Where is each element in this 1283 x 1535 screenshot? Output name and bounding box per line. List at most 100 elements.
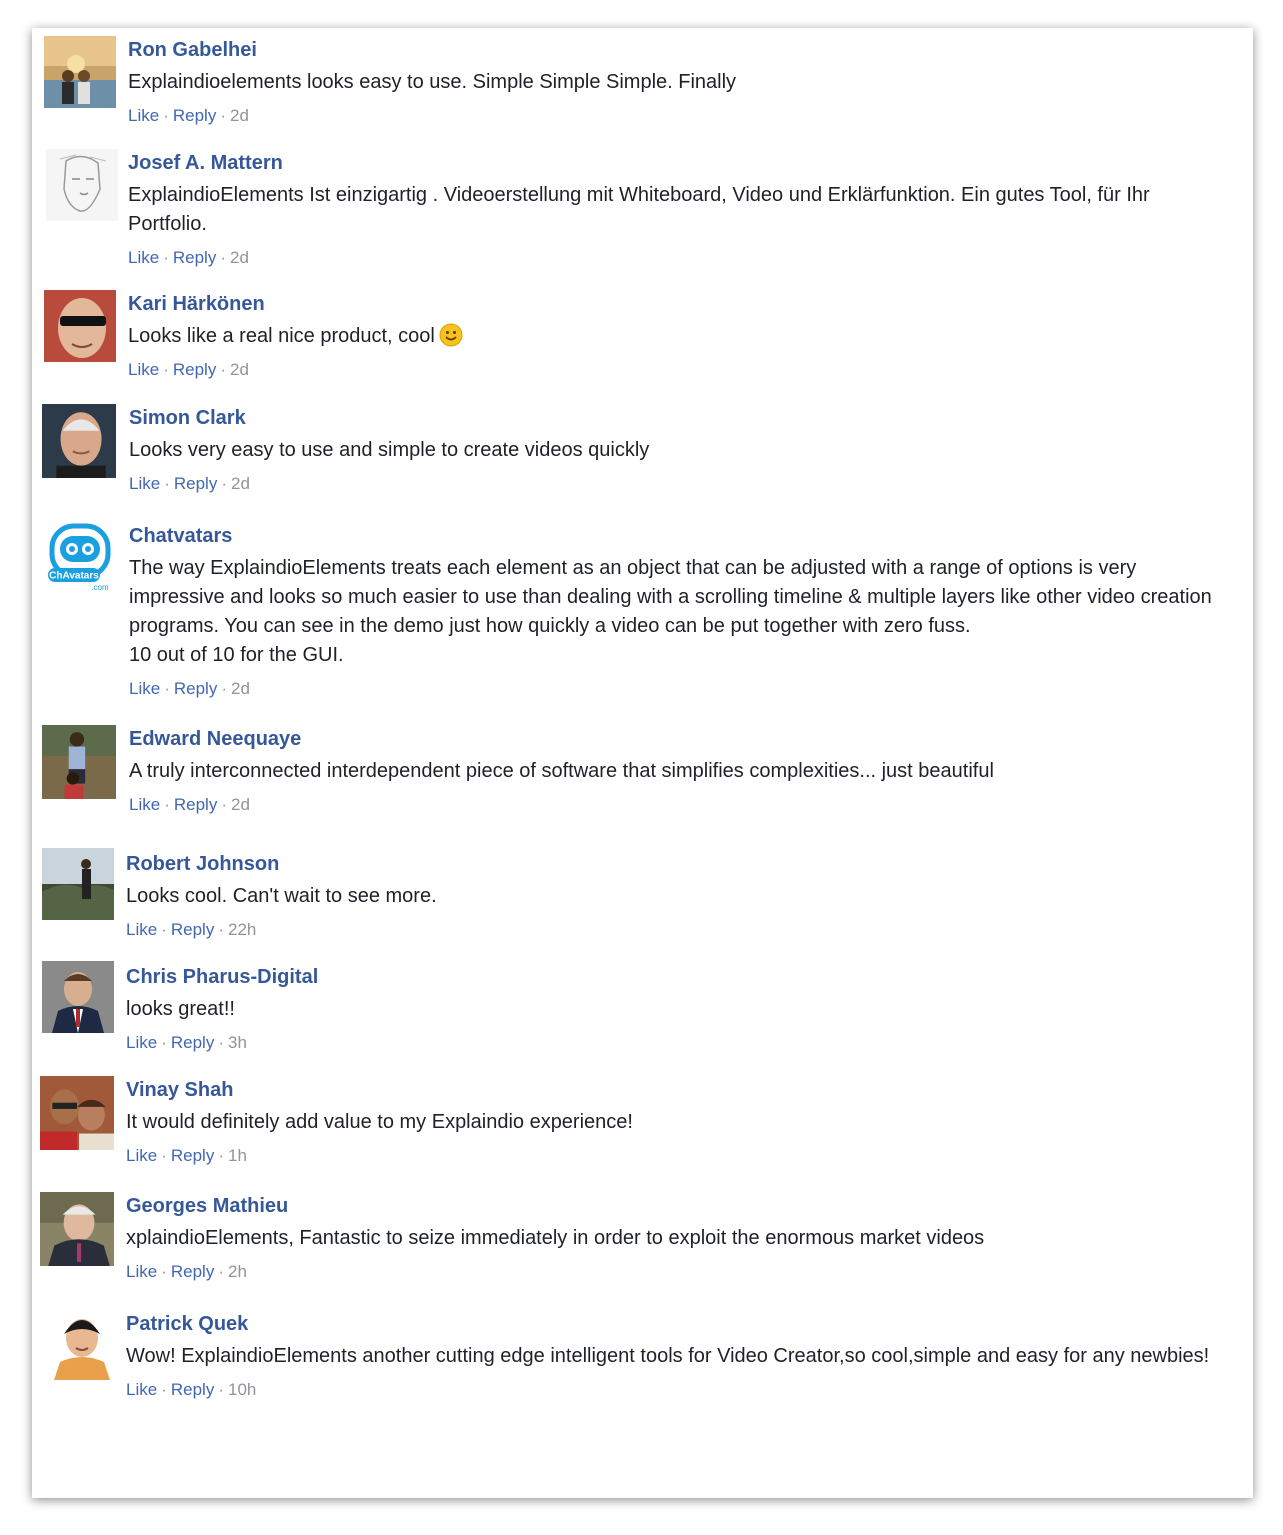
comment-actions: Like · Reply · 1h	[126, 1145, 1233, 1167]
chatvatars-logo-text: ChAvatars	[49, 571, 99, 582]
comment-author[interactable]: Vinay Shah	[126, 1078, 1233, 1102]
comment-author[interactable]: Chatvatars	[129, 524, 1233, 548]
reply-link[interactable]: Reply	[173, 106, 216, 125]
like-link[interactable]: Like	[126, 1033, 157, 1052]
separator: ·	[161, 1146, 167, 1165]
comment-timestamp[interactable]: 2d	[231, 795, 250, 814]
separator: ·	[220, 248, 226, 267]
like-link[interactable]: Like	[126, 1262, 157, 1281]
avatar[interactable]	[42, 848, 114, 920]
reply-link[interactable]: Reply	[174, 474, 217, 493]
separator: ·	[161, 1380, 167, 1399]
separator: ·	[163, 360, 169, 379]
separator: ·	[218, 1262, 224, 1281]
like-link[interactable]: Like	[129, 679, 160, 698]
comment-timestamp[interactable]: 2d	[231, 679, 250, 698]
separator: ·	[221, 474, 227, 493]
comment-actions: Like · Reply · 2h	[126, 1261, 1233, 1283]
comment-text: Looks cool. Can't wait to see more.	[126, 885, 437, 907]
reply-link[interactable]: Reply	[173, 248, 216, 267]
separator: ·	[161, 1033, 167, 1052]
comment-text: Looks like a real nice product, cool	[128, 322, 1233, 351]
reply-link[interactable]: Reply	[171, 1033, 214, 1052]
separator: ·	[163, 106, 169, 125]
reply-link[interactable]: Reply	[173, 360, 216, 379]
comment-author[interactable]: Patrick Quek	[126, 1312, 1233, 1336]
reply-link[interactable]: Reply	[171, 1262, 214, 1281]
like-link[interactable]: Like	[129, 474, 160, 493]
separator: ·	[163, 248, 169, 267]
comment-text: Looks very easy to use and simple to cre…	[129, 439, 650, 461]
separator: ·	[161, 1262, 167, 1281]
comment-author[interactable]: Ron Gabelhei	[128, 38, 1233, 62]
comment-timestamp[interactable]: 1h	[228, 1146, 247, 1165]
separator: ·	[221, 795, 227, 814]
separator: ·	[221, 679, 227, 698]
avatar[interactable]	[42, 404, 116, 478]
reply-link[interactable]: Reply	[171, 1380, 214, 1399]
reply-link[interactable]: Reply	[171, 1146, 214, 1165]
comment-actions: Like · Reply · 2d	[128, 359, 1233, 381]
comment-actions: Like · Reply · 2d	[129, 794, 1233, 816]
comment-actions: Like · Reply · 2d	[129, 473, 1233, 495]
avatar[interactable]	[46, 149, 118, 221]
separator: ·	[220, 106, 226, 125]
comment-text: A truly interconnected interdependent pi…	[129, 760, 994, 782]
like-link[interactable]: Like	[126, 920, 157, 939]
comment-author[interactable]: Josef A. Mattern	[128, 151, 1233, 175]
comment-timestamp[interactable]: 2h	[228, 1262, 247, 1281]
reply-link[interactable]: Reply	[171, 920, 214, 939]
like-link[interactable]: Like	[128, 360, 159, 379]
comments-panel: Ron Gabelhei Explaindioelements looks ea…	[32, 28, 1253, 1498]
chatvatars-logo-icon: ChAvatars.com	[44, 520, 116, 592]
comment-text: Explaindioelements looks easy to use. Si…	[128, 71, 737, 93]
like-link[interactable]: Like	[128, 106, 159, 125]
avatar[interactable]	[44, 36, 116, 108]
like-link[interactable]: Like	[126, 1146, 157, 1165]
chatvatars-logo-subtext: .com	[91, 583, 109, 592]
comment-actions: Like · Reply · 2d	[129, 678, 1233, 700]
like-link[interactable]: Like	[126, 1380, 157, 1399]
comment-timestamp[interactable]: 3h	[228, 1033, 247, 1052]
separator: ·	[161, 920, 167, 939]
avatar[interactable]	[48, 1308, 120, 1380]
comment-actions: Like · Reply · 3h	[126, 1032, 1233, 1054]
separator: ·	[220, 360, 226, 379]
comment-text: looks great!!	[126, 998, 235, 1020]
like-link[interactable]: Like	[128, 248, 159, 267]
comment-timestamp[interactable]: 10h	[228, 1380, 256, 1399]
comment-author[interactable]: Georges Mathieu	[126, 1194, 1233, 1218]
comment-actions: Like · Reply · 22h	[126, 919, 1233, 941]
comment-text: Wow! ExplaindioElements another cutting …	[126, 1345, 1210, 1367]
comment-actions: Like · Reply · 10h	[126, 1379, 1233, 1401]
comment-timestamp[interactable]: 2d	[230, 248, 249, 267]
separator: ·	[218, 920, 224, 939]
reply-link[interactable]: Reply	[174, 795, 217, 814]
avatar[interactable]	[42, 961, 114, 1033]
comment-author[interactable]: Chris Pharus-Digital	[126, 965, 1233, 989]
comment-actions: Like · Reply · 2d	[128, 105, 1233, 127]
comment-timestamp[interactable]: 2d	[230, 106, 249, 125]
separator: ·	[164, 474, 170, 493]
comment-timestamp[interactable]: 22h	[228, 920, 256, 939]
comment-timestamp[interactable]: 2d	[230, 360, 249, 379]
separator: ·	[218, 1380, 224, 1399]
comment-author[interactable]: Simon Clark	[129, 406, 1233, 430]
like-link[interactable]: Like	[129, 795, 160, 814]
separator: ·	[164, 795, 170, 814]
comment-timestamp[interactable]: 2d	[231, 474, 250, 493]
comment-author[interactable]: Robert Johnson	[126, 852, 1233, 876]
chatvatars-logo-avatar[interactable]: ChAvatars .com	[44, 520, 116, 592]
separator: ·	[164, 679, 170, 698]
comment-author[interactable]: Kari Härkönen	[128, 292, 1233, 316]
comment-text-content: Looks like a real nice product, cool	[128, 325, 435, 347]
comment-text: The way ExplaindioElements treats each e…	[129, 557, 1212, 666]
avatar[interactable]	[40, 1076, 114, 1150]
avatar[interactable]	[44, 290, 116, 362]
comment-text: ExplaindioElements Ist einzigartig . Vid…	[128, 184, 1156, 235]
reply-link[interactable]: Reply	[174, 679, 217, 698]
comment-author[interactable]: Edward Neequaye	[129, 727, 1233, 751]
separator: ·	[218, 1146, 224, 1165]
avatar[interactable]	[40, 1192, 114, 1266]
avatar[interactable]	[42, 725, 116, 799]
